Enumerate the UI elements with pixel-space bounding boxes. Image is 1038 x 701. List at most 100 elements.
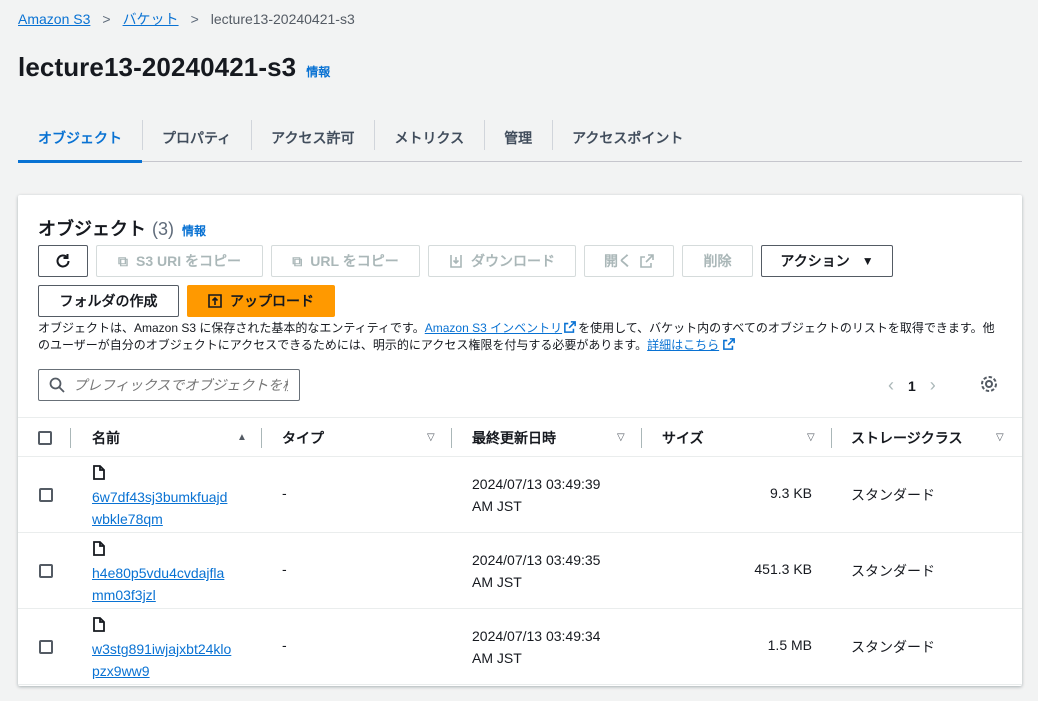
file-icon xyxy=(93,465,105,480)
create-folder-label: フォルダの作成 xyxy=(59,293,158,309)
search-input[interactable] xyxy=(73,377,288,393)
panel-header: オブジェクト (3) 情報 xyxy=(38,215,206,241)
object-name-link[interactable]: h4e80p5vdu4cvdajfla mm03f3jzl xyxy=(92,562,252,606)
refresh-icon xyxy=(56,254,70,268)
actions-dropdown[interactable]: アクション ▼ xyxy=(761,245,893,277)
sort-icon[interactable]: ▽ xyxy=(996,432,1004,443)
copy-icon: ⧉ xyxy=(117,252,128,269)
sort-ascending-icon[interactable]: ▲ xyxy=(237,432,247,443)
object-size: 9.3 KB xyxy=(769,485,812,501)
copy-icon: ⧉ xyxy=(292,252,303,269)
inventory-link[interactable]: Amazon S3 インベントリ xyxy=(425,321,562,335)
chevron-right-icon: > xyxy=(102,11,111,27)
object-name-link[interactable]: 6w7df43sj3bumkfuajd wbkle78qm xyxy=(92,486,252,530)
copy-s3-uri-label: S3 URI をコピー xyxy=(135,253,241,269)
caret-down-icon: ▼ xyxy=(861,254,874,268)
panel-info-link[interactable]: 情報 xyxy=(182,222,206,239)
search-icon xyxy=(49,377,65,393)
search-box xyxy=(38,369,300,401)
tab-properties[interactable]: プロパティ xyxy=(142,114,251,161)
learn-more-link[interactable]: 詳細はこちら xyxy=(647,338,719,352)
actions-label: アクション xyxy=(780,253,850,269)
download-label: ダウンロード xyxy=(471,253,555,269)
object-size: 1.5 MB xyxy=(767,637,812,653)
external-link-icon xyxy=(640,254,654,268)
chevron-right-icon: > xyxy=(190,11,199,27)
page-title: lecture13-20240421-s3 xyxy=(18,52,297,82)
column-header-storage-class[interactable]: ストレージクラス xyxy=(851,418,962,458)
column-header-size[interactable]: サイズ xyxy=(662,418,704,458)
chevron-left-icon[interactable]: ‹ xyxy=(888,375,894,396)
tab-bar: オブジェクト プロパティ アクセス許可 メトリクス 管理 アクセスポイント xyxy=(18,114,1022,163)
tab-metrics[interactable]: メトリクス xyxy=(374,114,484,161)
object-storage-class: スタンダード xyxy=(851,639,935,655)
table-header: 名前 ▲ タイプ ▽ 最終更新日時 ▽ サイズ ▽ ストレージクラス ▽ xyxy=(18,417,1022,457)
upload-icon xyxy=(208,294,222,308)
object-name-link[interactable]: w3stg891iwjajxbt24klo pzx9ww9 xyxy=(92,638,252,682)
file-icon xyxy=(93,617,105,632)
objects-panel: オブジェクト (3) 情報 ⧉ S3 URI をコピー ⧉ URL をコピー ダ… xyxy=(18,195,1022,686)
object-size: 451.3 KB xyxy=(754,561,812,577)
upload-button[interactable]: アップロード xyxy=(187,285,335,317)
table-row: h4e80p5vdu4cvdajfla mm03f3jzl - 2024/07/1… xyxy=(18,533,1022,609)
pagination: ‹ 1 › xyxy=(888,375,936,396)
download-icon xyxy=(450,255,462,268)
objects-description: オブジェクトは、Amazon S3 に保存された基本的なエンティティです。Ama… xyxy=(38,320,1003,354)
page-header: lecture13-20240421-s3 情報 xyxy=(18,52,330,83)
info-link[interactable]: 情報 xyxy=(306,63,330,80)
tab-objects[interactable]: オブジェクト xyxy=(18,114,142,163)
object-last-modified: 2024/07/13 03:49:34 AM JST xyxy=(472,628,601,666)
column-divider xyxy=(831,428,832,448)
object-type: - xyxy=(282,637,287,653)
delete-label: 削除 xyxy=(703,253,732,269)
object-count: (3) xyxy=(152,219,174,239)
open-button[interactable]: 開く xyxy=(584,245,674,277)
description-text: オブジェクトは、Amazon S3 に保存された基本的なエンティティです。 xyxy=(38,321,425,335)
object-last-modified: 2024/07/13 03:49:39 AM JST xyxy=(472,476,601,514)
column-header-last-modified[interactable]: 最終更新日時 xyxy=(472,418,556,458)
row-checkbox[interactable] xyxy=(39,640,53,654)
download-button[interactable]: ダウンロード xyxy=(428,245,576,277)
breadcrumb-link-buckets[interactable]: バケット xyxy=(123,9,179,29)
object-storage-class: スタンダード xyxy=(851,487,935,503)
create-folder-button[interactable]: フォルダの作成 xyxy=(38,285,179,317)
gear-icon[interactable] xyxy=(980,375,998,398)
copy-url-button[interactable]: ⧉ URL をコピー xyxy=(271,245,420,277)
column-divider xyxy=(641,428,642,448)
delete-button[interactable]: 削除 xyxy=(682,245,753,277)
column-header-type[interactable]: タイプ xyxy=(282,418,324,458)
sort-icon[interactable]: ▽ xyxy=(807,432,815,443)
breadcrumb-link-s3[interactable]: Amazon S3 xyxy=(18,11,90,27)
tab-access-points[interactable]: アクセスポイント xyxy=(552,114,703,161)
column-divider xyxy=(451,428,452,448)
panel-title: オブジェクト xyxy=(38,219,146,239)
table-row: 6w7df43sj3bumkfuajd wbkle78qm - 2024/07/1… xyxy=(18,457,1022,533)
table-row: w3stg891iwjajxbt24klo pzx9ww9 - 2024/07/1… xyxy=(18,609,1022,685)
refresh-button[interactable] xyxy=(38,245,88,277)
copy-s3-uri-button[interactable]: ⧉ S3 URI をコピー xyxy=(96,245,263,277)
object-type: - xyxy=(282,485,287,501)
sort-icon[interactable]: ▽ xyxy=(427,432,435,443)
page-number[interactable]: 1 xyxy=(908,378,916,394)
column-divider xyxy=(70,428,71,448)
object-type: - xyxy=(282,561,287,577)
file-icon xyxy=(93,541,105,556)
column-header-name[interactable]: 名前 xyxy=(92,418,120,458)
column-divider xyxy=(261,428,262,448)
row-checkbox[interactable] xyxy=(39,564,53,578)
copy-url-label: URL をコピー xyxy=(310,253,399,269)
select-all-checkbox[interactable] xyxy=(38,431,52,445)
open-label: 開く xyxy=(604,253,632,269)
chevron-right-icon[interactable]: › xyxy=(930,375,936,396)
upload-label: アップロード xyxy=(230,293,314,309)
sort-icon[interactable]: ▽ xyxy=(617,432,625,443)
row-checkbox[interactable] xyxy=(39,488,53,502)
object-storage-class: スタンダード xyxy=(851,563,935,579)
breadcrumb-current: lecture13-20240421-s3 xyxy=(210,11,355,27)
tab-permissions[interactable]: アクセス許可 xyxy=(251,114,374,161)
breadcrumb: Amazon S3 > バケット > lecture13-20240421-s3 xyxy=(18,10,355,28)
object-last-modified: 2024/07/13 03:49:35 AM JST xyxy=(472,552,601,590)
external-link-icon[interactable] xyxy=(723,338,736,350)
tab-management[interactable]: 管理 xyxy=(484,114,552,161)
external-link-icon[interactable] xyxy=(564,321,577,333)
